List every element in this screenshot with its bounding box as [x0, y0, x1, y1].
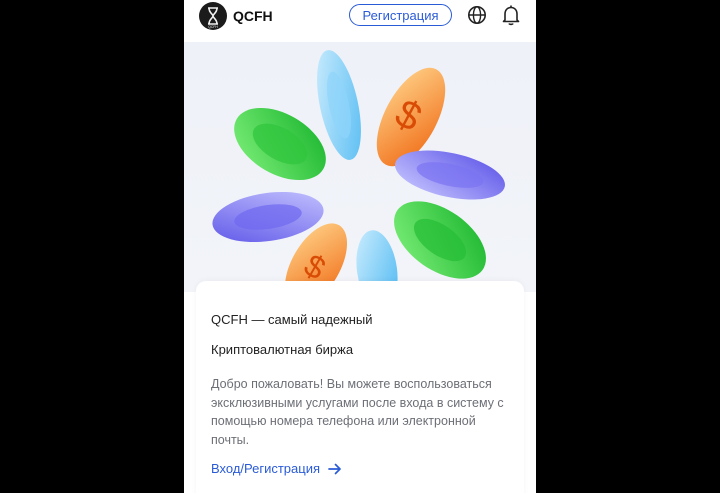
svg-text:QCFH: QCFH: [208, 25, 218, 29]
login-register-label: Вход/Регистрация: [211, 461, 321, 476]
brand-name: QCFH: [233, 8, 273, 24]
register-button[interactable]: Регистрация: [349, 4, 452, 26]
card-subtitle: Криптовалютная биржа: [211, 342, 354, 357]
arrow-right-icon: [328, 463, 341, 474]
brand-logo[interactable]: QCFH: [199, 2, 227, 30]
app-screen: QCFH QCFH Регистрация $ $ QCFH — самый н…: [184, 0, 536, 493]
card-title: QCFH — самый надежный: [211, 312, 373, 327]
hourglass-logo-icon: QCFH: [208, 7, 218, 29]
bell-icon[interactable]: [501, 4, 521, 26]
card-description: Добро пожаловать! Вы можете воспользоват…: [211, 377, 504, 447]
globe-icon[interactable]: [467, 5, 487, 25]
top-bar: QCFH QCFH Регистрация: [184, 0, 536, 42]
login-register-link[interactable]: Вход/Регистрация: [211, 461, 342, 476]
green-coin-icon: [394, 201, 486, 279]
crypto-coins-illustration: $ $: [212, 50, 505, 310]
hero-banner: $ $: [184, 42, 536, 310]
welcome-card: QCFH — самый надежный Криптовалютная бир…: [196, 281, 524, 493]
